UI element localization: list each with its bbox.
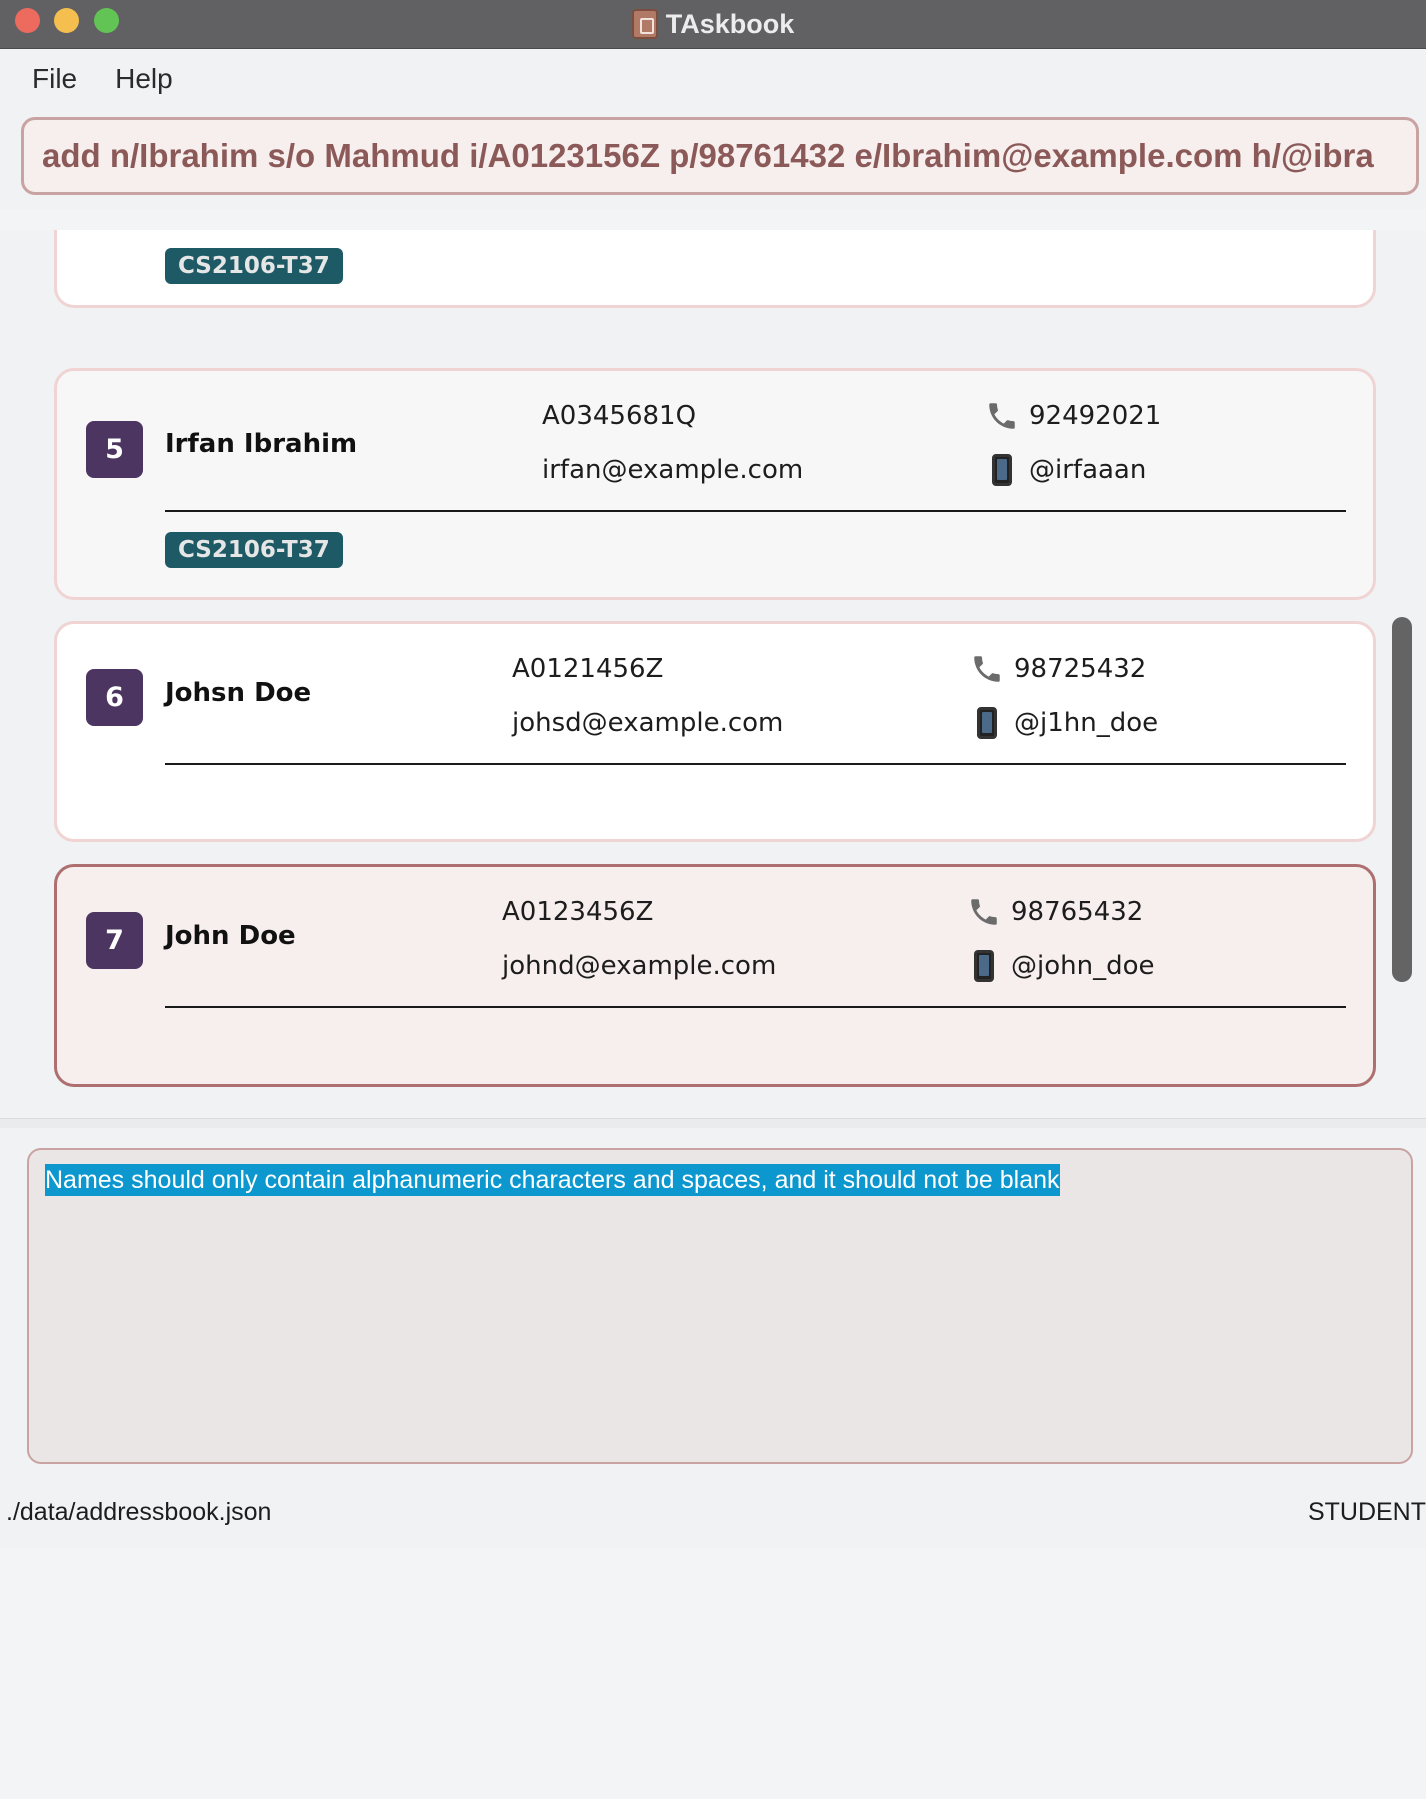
- addressbook-icon: [631, 9, 658, 39]
- command-input[interactable]: add n/Ibrahim s/o Mahmud i/A0123156Z p/9…: [21, 117, 1419, 195]
- person-phone: 92492021: [1029, 401, 1162, 431]
- person-email: johsd@example.com: [512, 708, 784, 738]
- person-index: 6: [86, 669, 143, 726]
- mode-indicator: STUDENT: [1307, 1498, 1426, 1526]
- command-area: add n/Ibrahim s/o Mahmud i/A0123156Z p/9…: [0, 109, 1426, 209]
- result-area: Names should only contain alphanumeric c…: [0, 1128, 1426, 1478]
- person-phone: 98765432: [1011, 897, 1144, 927]
- person-list[interactable]: CS2106-T37 5 Irfan Ibrahim A0345681Q irf…: [0, 230, 1426, 1120]
- person-index: 5: [86, 421, 143, 478]
- telegram-handle: @j1hn_doe: [1014, 708, 1159, 738]
- student-id: A0121456Z: [512, 654, 664, 684]
- tutorial-tag: CS2106-T37: [165, 248, 343, 284]
- card-divider: [165, 1006, 1346, 1008]
- person-name: Johsn Doe: [165, 678, 312, 708]
- mobile-phone-icon: [992, 454, 1012, 486]
- menu-help[interactable]: Help: [115, 63, 173, 95]
- window-title: TAskbook: [665, 8, 795, 39]
- phone-icon: [974, 656, 1000, 682]
- student-id: A0123456Z: [502, 897, 654, 927]
- status-bar: ./data/addressbook.json STUDENT: [0, 1478, 1426, 1548]
- list-scrollbar[interactable]: [1392, 617, 1412, 982]
- person-card[interactable]: 5 Irfan Ibrahim A0345681Q irfan@example.…: [54, 368, 1376, 600]
- title-wrap: TAskbook: [0, 0, 1426, 48]
- title-bar: TAskbook: [0, 0, 1426, 49]
- menu-file[interactable]: File: [32, 63, 77, 95]
- person-name: Irfan Ibrahim: [165, 429, 358, 459]
- command-text[interactable]: add n/Ibrahim s/o Mahmud i/A0123156Z p/9…: [42, 137, 1374, 175]
- person-email: johnd@example.com: [502, 951, 777, 981]
- mobile-phone-icon: [974, 950, 994, 982]
- person-card-selected[interactable]: 7 John Doe A0123456Z johnd@example.com 9…: [54, 864, 1376, 1087]
- result-message[interactable]: Names should only contain alphanumeric c…: [45, 1164, 1060, 1196]
- telegram-handle: @john_doe: [1011, 951, 1155, 981]
- card-divider: [165, 763, 1346, 765]
- person-phone: 98725432: [1014, 654, 1147, 684]
- phone-icon: [971, 899, 997, 925]
- tutorial-tag: CS2106-T37: [165, 532, 343, 568]
- person-card[interactable]: 6 Johsn Doe A0121456Z johsd@example.com …: [54, 621, 1376, 842]
- phone-icon: [989, 403, 1015, 429]
- mobile-phone-icon: [977, 707, 997, 739]
- telegram-handle: @irfaaan: [1029, 455, 1147, 485]
- person-card[interactable]: CS2106-T37: [54, 230, 1376, 308]
- result-display[interactable]: Names should only contain alphanumeric c…: [27, 1148, 1413, 1464]
- menu-bar: File Help: [0, 49, 1426, 109]
- save-location: ./data/addressbook.json: [6, 1498, 272, 1526]
- person-name: John Doe: [165, 921, 296, 951]
- card-divider: [165, 510, 1346, 512]
- person-email: irfan@example.com: [542, 455, 804, 485]
- person-index: 7: [86, 912, 143, 969]
- student-id: A0345681Q: [542, 401, 697, 431]
